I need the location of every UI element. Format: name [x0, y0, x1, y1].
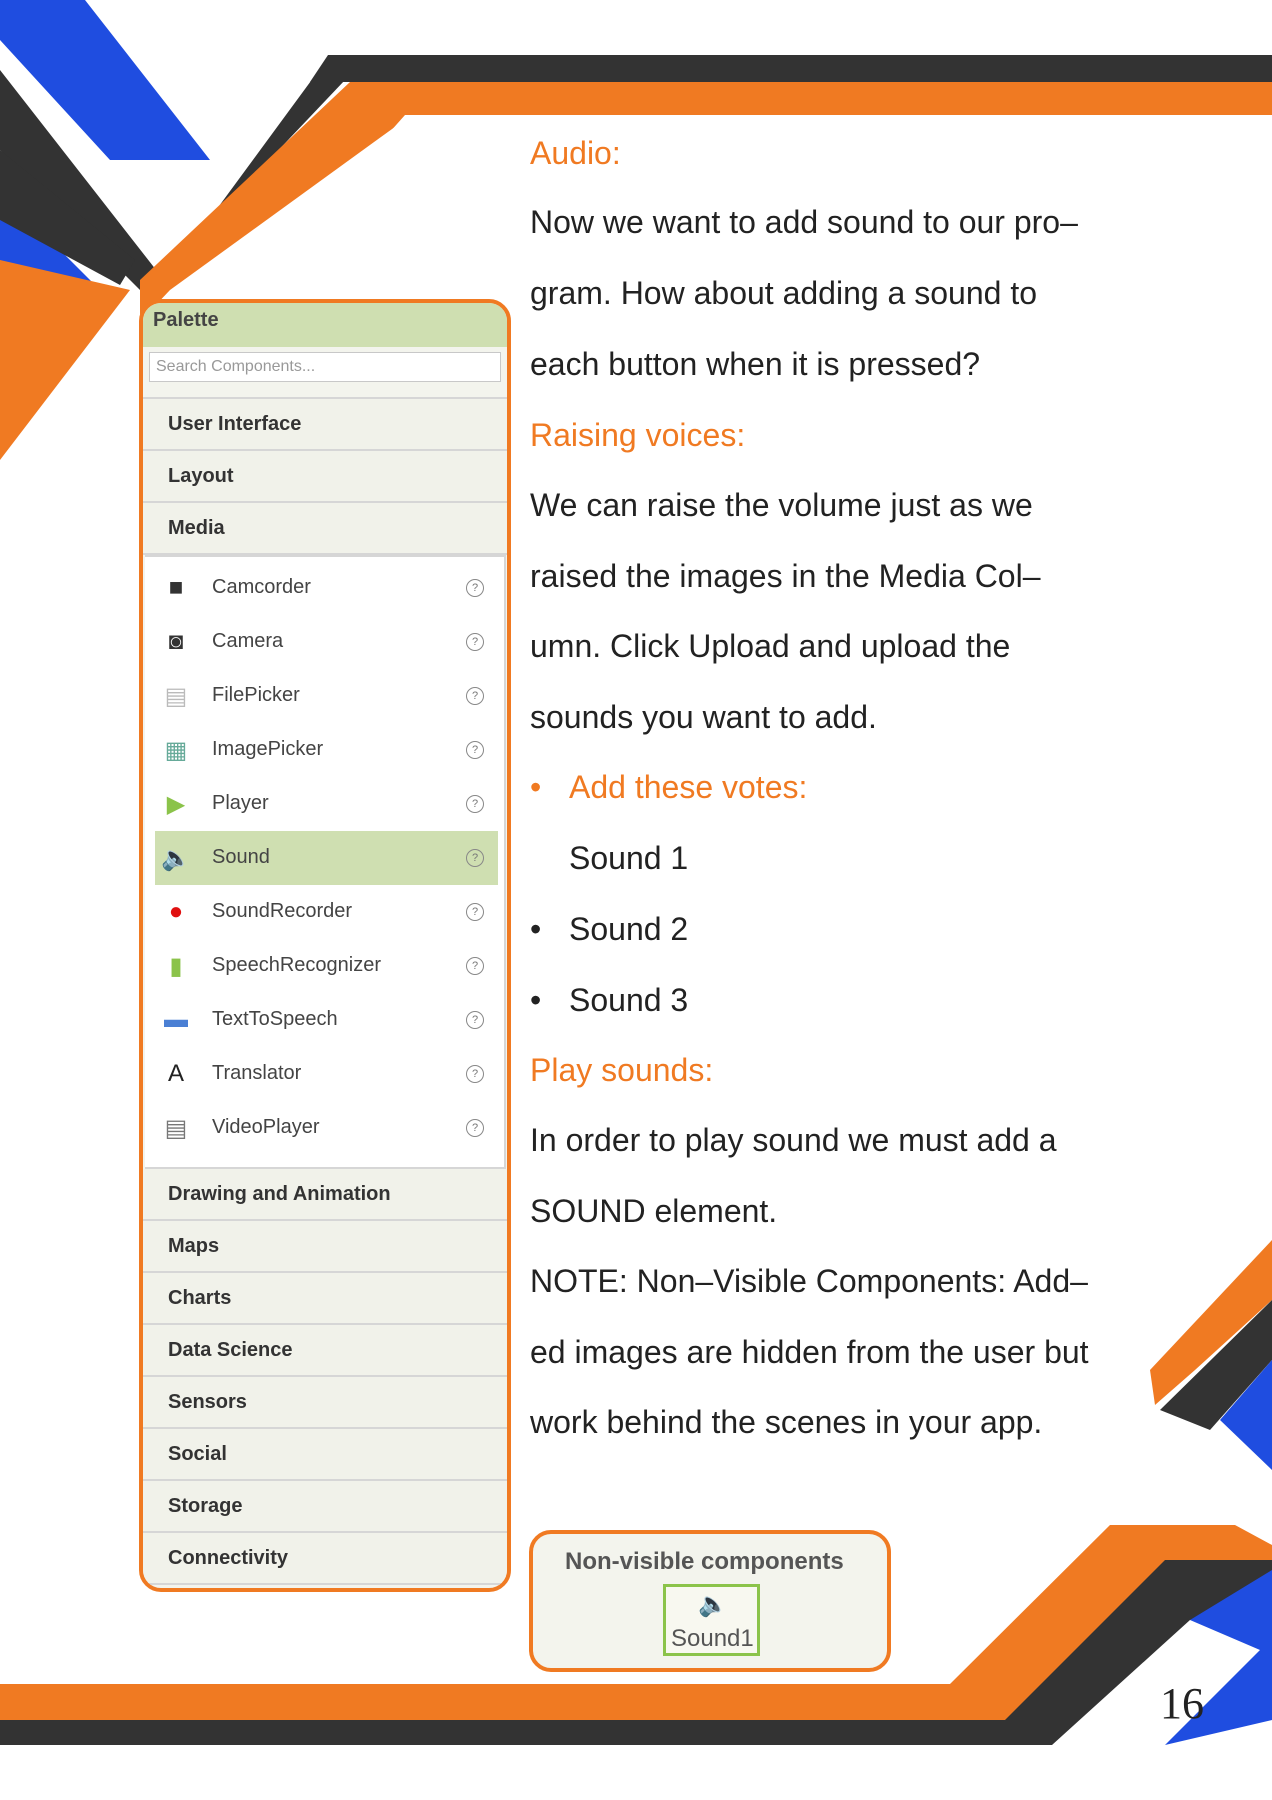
- bullet: •: [530, 769, 542, 805]
- heading-audio: Audio:: [530, 135, 621, 171]
- heading-raising-voices: Raising voices:: [530, 417, 746, 453]
- component-player[interactable]: ▶ Player?: [155, 777, 498, 831]
- category-social[interactable]: Social: [143, 1429, 507, 1481]
- component-camcorder[interactable]: ■ Camcorder?: [155, 561, 498, 615]
- play-icon: ▶: [166, 790, 186, 818]
- category-connectivity[interactable]: Connectivity: [143, 1533, 507, 1585]
- camera-icon: ◙: [168, 628, 184, 655]
- help-icon[interactable]: ?: [466, 687, 484, 705]
- raising-line: sounds you want to add.: [530, 699, 877, 735]
- raising-line: umn. Click Upload and upload the: [530, 628, 1011, 664]
- category-storage[interactable]: Storage: [143, 1481, 507, 1533]
- search-input[interactable]: Search Components...: [149, 352, 501, 382]
- component-speechrecognizer[interactable]: ▮ SpeechRecognizer?: [155, 939, 498, 993]
- component-label: Translator: [212, 1062, 302, 1084]
- media-list: ■ Camcorder? ◙ Camera? ▤ FilePicker? ▦ ImagePic…: [145, 555, 506, 1169]
- component-label: TextToSpeech: [212, 1008, 338, 1030]
- component-texttospeech[interactable]: ▬ TextToSpeech?: [155, 993, 498, 1047]
- sound-list-item: Sound 2: [569, 911, 689, 947]
- play-line: work behind the scenes in your app.: [530, 1404, 1043, 1440]
- speaker-icon: 🔈: [698, 1591, 728, 1618]
- category-layout[interactable]: Layout: [143, 451, 507, 503]
- non-visible-components-panel: Non-visible components 🔈 Sound1: [529, 1530, 891, 1672]
- component-label: Sound: [212, 846, 270, 868]
- raising-line: We can raise the volume just as we: [530, 487, 1033, 523]
- camcorder-icon: ■: [168, 574, 184, 601]
- translator-icon: A: [167, 1060, 184, 1087]
- component-label: SoundRecorder: [212, 900, 353, 922]
- component-videoplayer[interactable]: ▤ VideoPlayer?: [155, 1101, 498, 1155]
- component-label: ImagePicker: [212, 738, 324, 760]
- category-media[interactable]: Media: [143, 503, 507, 555]
- help-icon[interactable]: ?: [466, 1065, 484, 1083]
- play-line: NOTE: Non–Visible Components: Add–: [530, 1263, 1088, 1299]
- help-icon[interactable]: ?: [466, 741, 484, 759]
- component-sound[interactable]: 🔈 Sound?: [155, 831, 498, 885]
- divider: [143, 382, 507, 399]
- component-label: FilePicker: [212, 684, 300, 706]
- sound-list-item: Sound 1: [569, 840, 689, 876]
- help-icon[interactable]: ?: [466, 579, 484, 597]
- sound1-label: Sound1: [671, 1625, 754, 1652]
- clapperboard-icon: ▤: [164, 1114, 188, 1142]
- sound-list-item: Sound 3: [569, 982, 689, 1018]
- file-icon: ▤: [164, 682, 188, 710]
- audio-line: each button when it is pressed?: [530, 346, 981, 382]
- microphone-icon: ▮: [169, 952, 183, 980]
- record-icon: ●: [168, 898, 184, 925]
- sound1-component[interactable]: 🔈 Sound1: [663, 1584, 760, 1656]
- palette-panel: Palette Search Components... User Interf…: [139, 299, 511, 1592]
- raising-line: raised the images in the Media Col–: [530, 558, 1041, 594]
- play-line: SOUND element.: [530, 1193, 778, 1229]
- image-icon: ▦: [164, 736, 188, 764]
- component-label: SpeechRecognizer: [212, 954, 381, 976]
- help-icon[interactable]: ?: [466, 633, 484, 651]
- component-label: VideoPlayer: [212, 1116, 320, 1138]
- speech-bubble-icon: ▬: [164, 1006, 188, 1033]
- help-icon[interactable]: ?: [466, 795, 484, 813]
- component-camera[interactable]: ◙ Camera?: [155, 615, 498, 669]
- component-imagepicker[interactable]: ▦ ImagePicker?: [155, 723, 498, 777]
- component-filepicker[interactable]: ▤ FilePicker?: [155, 669, 498, 723]
- component-label: Player: [212, 792, 269, 814]
- component-label: Camcorder: [212, 576, 311, 598]
- help-icon[interactable]: ?: [466, 849, 484, 867]
- category-user-interface[interactable]: User Interface: [143, 399, 507, 451]
- help-icon[interactable]: ?: [466, 1011, 484, 1029]
- audio-line: gram. How about adding a sound to: [530, 275, 1037, 311]
- non-visible-title: Non-visible components: [565, 1548, 844, 1575]
- category-drawing-and-animation[interactable]: Drawing and Animation: [143, 1169, 507, 1221]
- heading-play-sounds: Play sounds:: [530, 1052, 714, 1088]
- audio-line: Now we want to add sound to our pro–: [530, 204, 1078, 240]
- category-charts[interactable]: Charts: [143, 1273, 507, 1325]
- bullet: •: [530, 911, 542, 947]
- page-number: 16: [1160, 1679, 1204, 1728]
- category-maps[interactable]: Maps: [143, 1221, 507, 1273]
- component-soundrecorder[interactable]: ● SoundRecorder?: [155, 885, 498, 939]
- category-data-science[interactable]: Data Science: [143, 1325, 507, 1377]
- help-icon[interactable]: ?: [466, 1119, 484, 1137]
- component-translator[interactable]: A Translator?: [155, 1047, 498, 1101]
- help-icon[interactable]: ?: [466, 957, 484, 975]
- category-sensors[interactable]: Sensors: [143, 1377, 507, 1429]
- component-label: Camera: [212, 630, 284, 652]
- play-line: ed images are hidden from the user but: [530, 1334, 1089, 1370]
- help-icon[interactable]: ?: [466, 903, 484, 921]
- heading-add-votes: Add these votes:: [569, 769, 808, 805]
- bullet: •: [530, 982, 542, 1018]
- palette-title: Palette: [143, 303, 507, 347]
- speaker-icon: 🔈: [161, 844, 191, 872]
- play-line: In order to play sound we must add a: [530, 1122, 1057, 1158]
